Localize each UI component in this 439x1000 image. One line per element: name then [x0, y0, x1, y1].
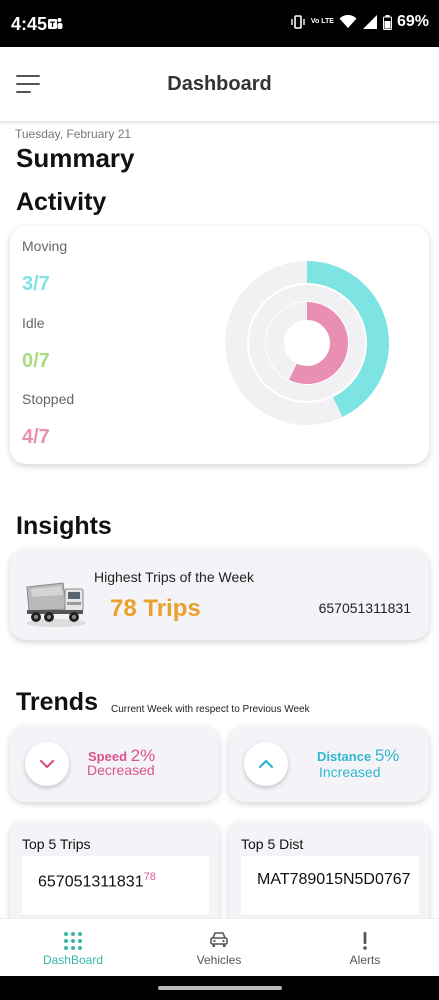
distance-label: Distance — [317, 749, 372, 764]
chevron-up-icon — [244, 742, 288, 786]
trends-subtitle: Current Week with respect to Previous We… — [111, 704, 310, 715]
distance-status: Increased — [319, 764, 381, 780]
idle-value: 0/7 — [22, 350, 50, 372]
nav-alerts[interactable]: Alerts — [292, 919, 438, 977]
moving-label: Moving — [22, 238, 68, 254]
list-item[interactable]: 65705131183178 — [22, 856, 209, 916]
bottom-navigation: DashBoard Vehicles Alerts — [0, 918, 439, 976]
wifi-icon — [339, 15, 357, 28]
speed-trend-card[interactable]: Speed 2% Decreased — [10, 726, 219, 802]
trends-heading: Trends — [16, 688, 98, 716]
moving-value: 3/7 — [22, 273, 50, 295]
status-bar: 4:45 Vo LTE 69% — [0, 0, 439, 47]
activity-heading: Activity — [16, 188, 107, 216]
idle-label: Idle — [22, 315, 45, 331]
summary-heading: Summary — [16, 143, 135, 173]
chevron-down-icon — [25, 742, 69, 786]
activity-donut-chart — [225, 261, 389, 425]
signal-icon — [362, 15, 377, 29]
top-trip-id: 657051311831 — [38, 873, 144, 891]
nav-vehicles[interactable]: Vehicles — [146, 919, 292, 977]
truck-icon — [26, 582, 86, 627]
speed-status: Decreased — [87, 762, 155, 778]
status-time: 4:45 — [11, 14, 48, 34]
distance-trend-title: Distance 5% — [317, 746, 399, 766]
top-trip-entry: 65705131183178 — [38, 871, 156, 891]
top-dist-title: Top 5 Dist — [241, 836, 304, 852]
gesture-bar — [0, 976, 439, 1000]
insight-card[interactable]: Highest Trips of the Week 78 Trips 65705… — [10, 549, 429, 640]
nav-vehicles-label: Vehicles — [196, 953, 242, 967]
insight-vehicle-id: 657051311831 — [318, 600, 411, 616]
vibrate-icon — [291, 15, 305, 29]
date-label: Tuesday, February 21 — [15, 127, 132, 141]
top-trips-title: Top 5 Trips — [22, 836, 91, 852]
app-bar: Dashboard — [0, 47, 439, 121]
nav-dashboard[interactable]: DashBoard — [0, 919, 146, 977]
activity-card[interactable]: Moving 3/7 Idle 0/7 Stopped 4/7 — [10, 226, 429, 464]
distance-trend-card[interactable]: Distance 5% Increased — [229, 726, 429, 802]
nav-dashboard-label: DashBoard — [42, 953, 104, 967]
stopped-label: Stopped — [22, 391, 75, 407]
volte-indicator: Vo LTE — [310, 18, 334, 25]
teams-icon — [48, 18, 63, 29]
page-title: Dashboard — [167, 73, 272, 95]
stopped-value: 4/7 — [22, 426, 50, 448]
top-dist-id: MAT789015N5D0767 — [257, 871, 411, 888]
list-item[interactable]: MAT789015N5D0767 — [241, 856, 419, 916]
grid-icon — [64, 932, 82, 950]
top-dist-card[interactable]: Top 5 Dist MAT789015N5D0767 — [229, 822, 429, 932]
top-trip-count: 78 — [143, 871, 156, 883]
distance-percent: 5% — [374, 746, 400, 765]
battery-percent: 69% — [396, 13, 429, 30]
nav-alerts-label: Alerts — [349, 953, 381, 967]
insight-title: Highest Trips of the Week — [94, 569, 255, 585]
insight-trips-value: 78 Trips — [110, 595, 201, 622]
top-trips-card[interactable]: Top 5 Trips 65705131183178 — [10, 822, 219, 932]
insights-heading: Insights — [16, 512, 112, 540]
battery-icon — [382, 14, 392, 30]
exclamation-icon — [363, 932, 367, 950]
car-icon — [210, 932, 228, 947]
